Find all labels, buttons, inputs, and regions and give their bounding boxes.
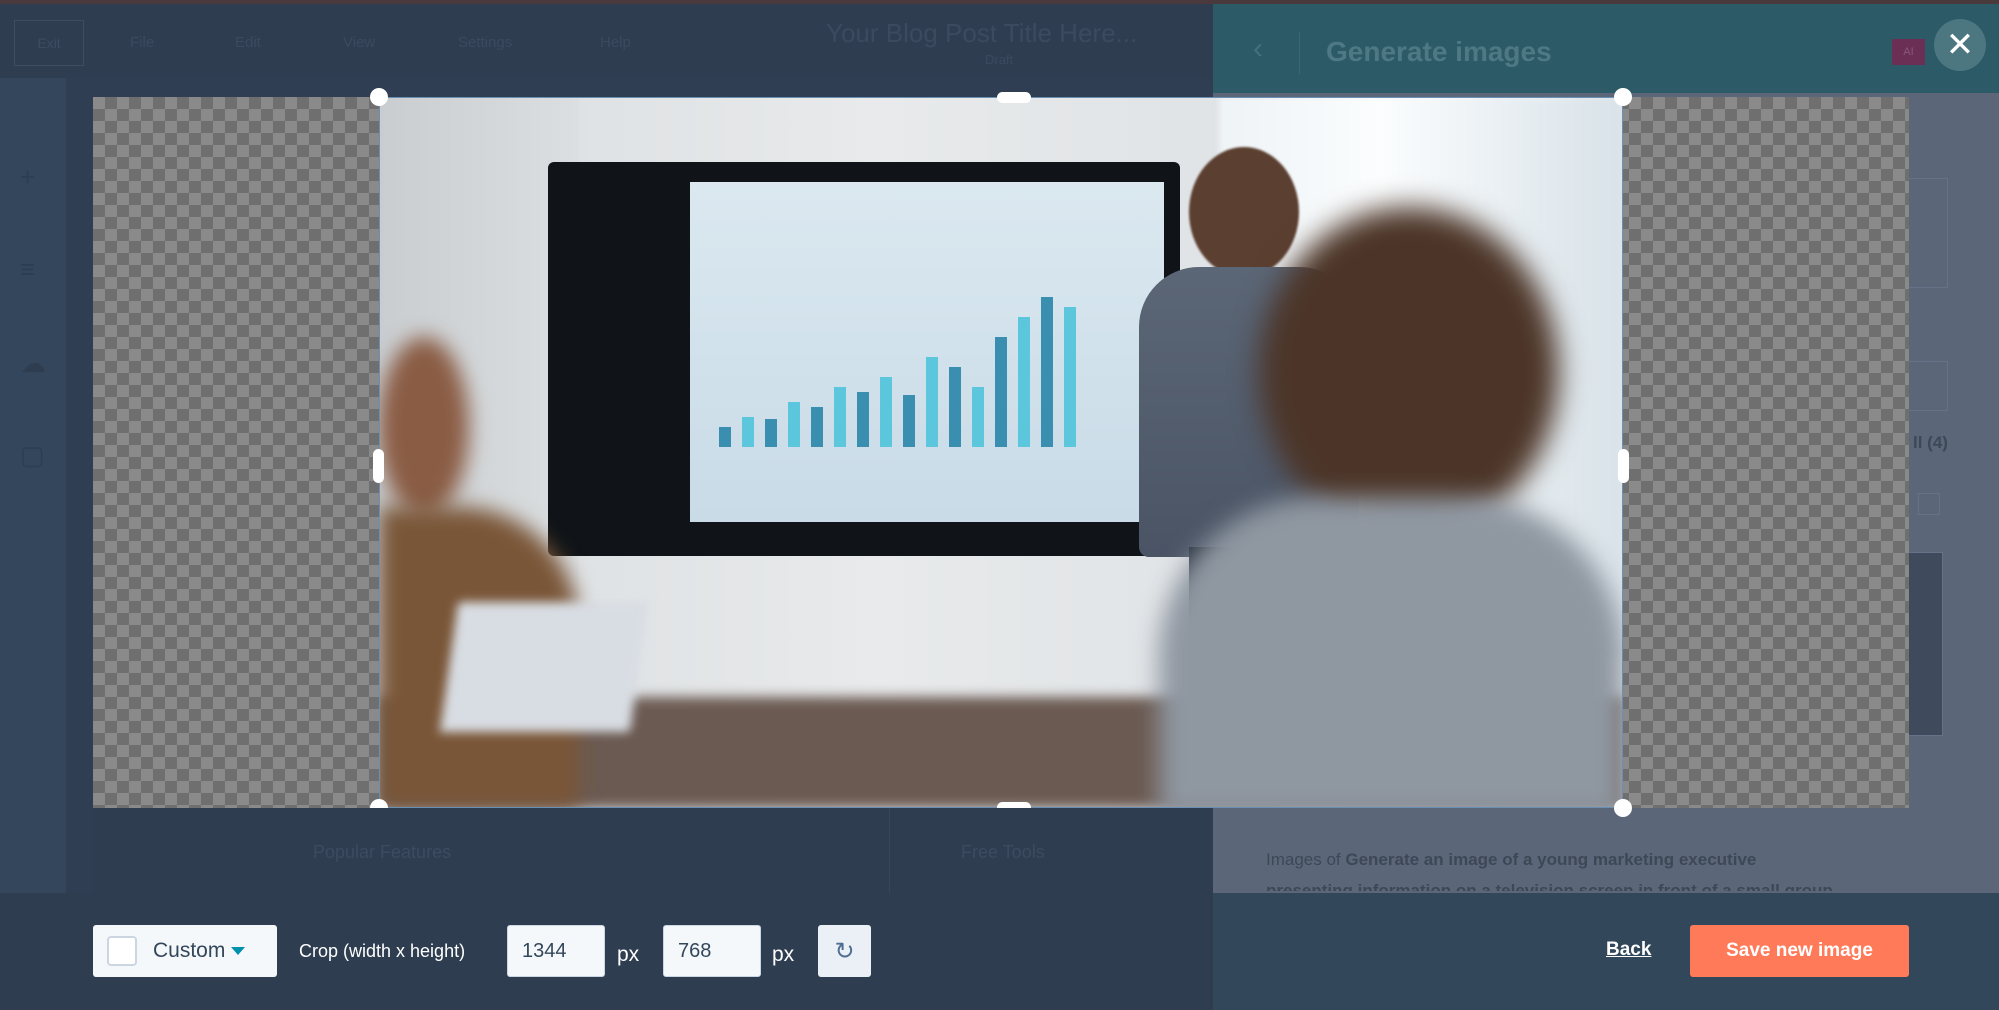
menu-view: View: [343, 34, 376, 51]
crop-handle-top-right[interactable]: [1614, 88, 1632, 106]
divider: [1299, 32, 1300, 74]
panel-title: Generate images: [1326, 36, 1552, 67]
crop-handle-left[interactable]: [373, 449, 384, 483]
caption-prefix: Images of: [1266, 850, 1346, 869]
height-unit: px: [772, 943, 795, 966]
crop-handle-bottom-right[interactable]: [1614, 799, 1632, 817]
close-button[interactable]: ✕: [1934, 19, 1986, 71]
post-title: Your Blog Post Title Here...: [826, 18, 1138, 48]
image-count: ll (4): [1913, 433, 1948, 452]
post-status: Draft: [985, 52, 1014, 67]
crop-height-input[interactable]: [663, 925, 761, 977]
refresh-icon: ↻: [834, 937, 855, 965]
document-icon: ▢: [20, 440, 45, 470]
panel-back-icon: ‹: [1253, 32, 1263, 65]
editor-topbar: Exit File Edit View Settings Help Your B…: [0, 0, 1213, 78]
save-new-image-button[interactable]: Save new image: [1690, 925, 1909, 977]
select-all-checkbox: [1918, 493, 1940, 515]
caption-prompt: Generate an image of a young marketing e…: [1345, 850, 1757, 869]
footer-free-tools: Free Tools: [961, 842, 1045, 862]
caption: Images of Generate an image of a young m…: [1266, 850, 1756, 870]
divider: [889, 808, 890, 893]
menu-settings: Settings: [458, 34, 513, 51]
width-unit: px: [617, 943, 640, 966]
menu-file: File: [130, 34, 155, 51]
aspect-ratio-value: Custom: [153, 939, 226, 962]
crop-width-input[interactable]: [507, 925, 605, 977]
back-button[interactable]: Back: [1606, 939, 1651, 961]
aspect-checkbox[interactable]: [107, 936, 137, 966]
caption-line2: presenting information on a television s…: [1266, 881, 1833, 891]
reset-crop-button[interactable]: ↻: [818, 925, 871, 977]
menu-help: Help: [600, 34, 631, 51]
crop-toolbar: Custom Crop (width x height) px px ↻ Bac…: [0, 893, 1999, 1010]
crop-handle-top[interactable]: [997, 92, 1031, 103]
editor-footer: Popular Features Free Tools: [93, 808, 1213, 893]
crop-handle-top-left[interactable]: [370, 88, 388, 106]
paint-icon: ☁: [20, 348, 46, 378]
ai-badge: AI: [1892, 39, 1925, 65]
footer-popular-features: Popular Features: [313, 842, 452, 862]
editor-left-rail: + ≡ ☁ ▢: [0, 78, 66, 893]
panel-header: ‹ Generate images AI: [1213, 0, 1999, 93]
menu-edit: Edit: [235, 34, 261, 51]
layers-icon: ≡: [20, 254, 36, 284]
plus-icon: +: [20, 162, 36, 192]
crop-handle-right[interactable]: [1618, 449, 1629, 483]
crop-frame[interactable]: [379, 97, 1623, 808]
aspect-ratio-select[interactable]: Custom: [93, 925, 277, 977]
editor-logo: Exit: [14, 20, 84, 66]
crop-dimensions-label: Crop (width x height): [299, 941, 466, 961]
chevron-down-icon: [231, 947, 246, 955]
